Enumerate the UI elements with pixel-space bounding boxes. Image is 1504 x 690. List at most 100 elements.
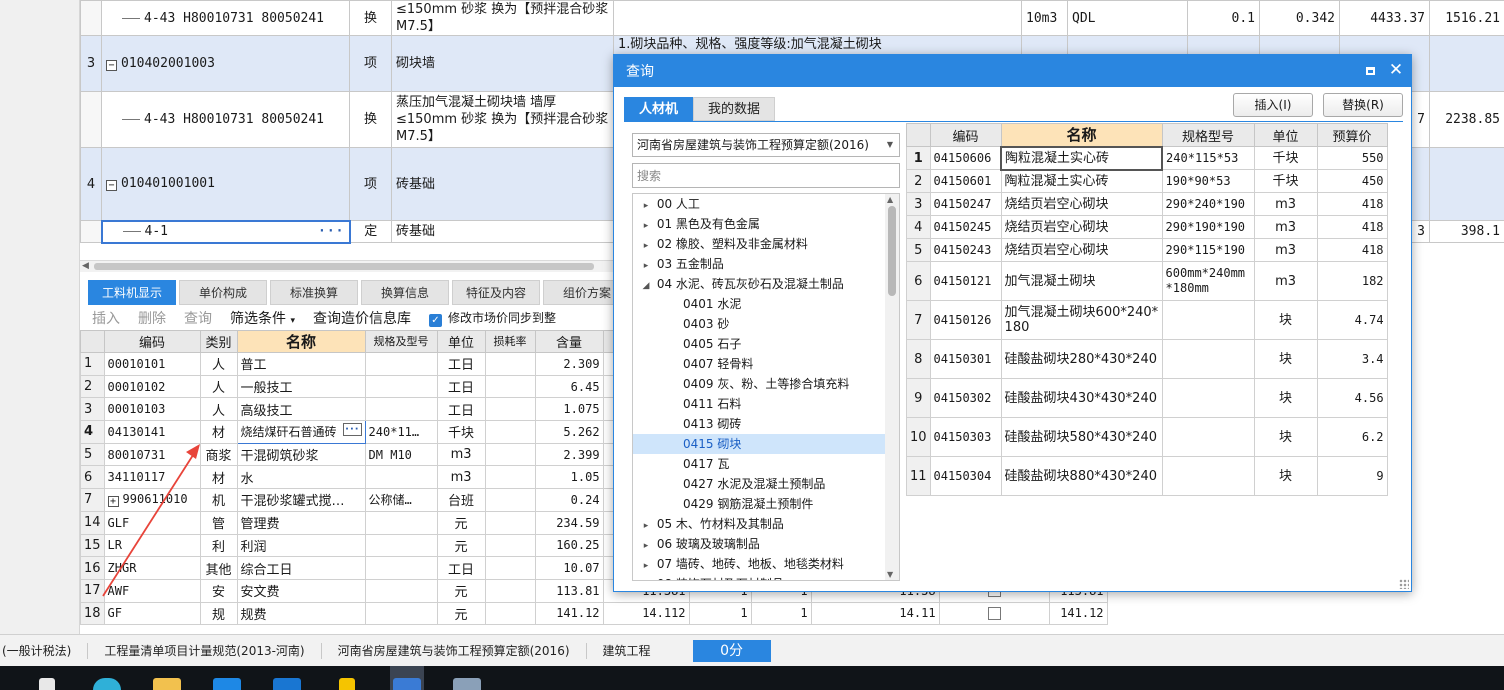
resource-name[interactable]: 高级技工 (236, 397, 366, 422)
expand-right-icon[interactable]: ▸ (639, 216, 653, 236)
result-code[interactable]: 04150301 (929, 339, 1002, 379)
tab-1[interactable]: 单价构成 (179, 280, 267, 305)
resource-name[interactable]: 烧结煤矸石普通砖 ··· (236, 420, 366, 444)
taskbar-folder-icon[interactable] (150, 666, 184, 690)
column-header[interactable]: 名称 (236, 330, 366, 353)
column-header[interactable]: 规格及型号 (364, 330, 438, 353)
resource-code[interactable]: 00010102 (103, 374, 201, 399)
close-icon[interactable]: ✕ (1387, 61, 1405, 79)
result-name[interactable]: 烧结页岩空心砌块 (1000, 215, 1163, 239)
expand-right-icon[interactable]: ▸ (639, 576, 653, 580)
resource-code[interactable]: +990611010 (103, 488, 201, 512)
result-name[interactable]: 陶粒混凝土实心砖 (1000, 145, 1164, 171)
resource-name[interactable]: 综合工日 (236, 556, 366, 580)
result-name[interactable]: 硅酸盐砌块430*430*240 (1000, 378, 1163, 418)
expand-right-icon[interactable]: ▸ (639, 516, 653, 536)
result-name[interactable]: 硅酸盐砌块280*430*240 (1000, 339, 1163, 379)
resource-name[interactable]: 规费 (236, 601, 366, 626)
sync-market-price-checkbox[interactable]: ✓ 修改市场价同步到整 (428, 309, 556, 327)
resource-code[interactable]: 80010731 (103, 442, 201, 467)
score-badge[interactable]: 0分 (692, 639, 771, 662)
maximize-icon[interactable] (1361, 61, 1379, 79)
resource-code[interactable]: ZHGR (103, 556, 201, 580)
result-code[interactable]: 04150247 (929, 192, 1002, 216)
tree-node[interactable]: ▸ 00 人工 (633, 194, 899, 214)
expand-right-icon[interactable]: ▸ (639, 536, 653, 556)
tree-node[interactable]: 0407 轻骨料 (633, 354, 899, 374)
resource-checkbox-cell[interactable] (938, 601, 1050, 626)
expand-down-icon[interactable]: ◢ (639, 276, 653, 296)
bill-name[interactable]: ≤150mm 砂浆 换为【预拌混合砂浆 M7.5】 (391, 0, 614, 36)
bill-code-cell[interactable]: 4-43 H80010731 80050241 (101, 0, 350, 36)
resource-code[interactable]: 00010101 (103, 352, 201, 376)
resource-name[interactable]: 水 (236, 465, 366, 490)
result-row[interactable]: 7 04150126 加气混凝土砌块600*240*180 块 4.74 (906, 300, 1388, 340)
tab-2[interactable]: 标准换算 (270, 280, 358, 305)
result-name[interactable]: 烧结页岩空心砌块 (1000, 192, 1163, 216)
result-code[interactable]: 04150601 (929, 169, 1002, 193)
expand-right-icon[interactable]: ▸ (639, 256, 653, 276)
result-row[interactable]: 10 04150303 硅酸盐砌块580*430*240 块 6.2 (906, 417, 1388, 457)
resource-name[interactable]: 管理费 (236, 510, 366, 535)
result-row[interactable]: 6 04150121 加气混凝土砌块 600mm*240mm*180mm m3 182 (906, 261, 1388, 301)
tree-node[interactable]: 0411 石料 (633, 394, 899, 414)
query-price-info-button[interactable]: 查询造价信息库 (313, 308, 411, 328)
delete-button[interactable]: 删除 (138, 308, 166, 328)
bill-name[interactable]: 砖基础 (391, 220, 614, 243)
result-code[interactable]: 04150304 (929, 456, 1002, 496)
bill-code-cell[interactable]: 4-43 H80010731 80050241 (101, 91, 350, 148)
result-code[interactable]: 04150126 (929, 300, 1002, 340)
taskbar-app-5[interactable] (270, 666, 304, 690)
tree-node[interactable]: ▸ 05 木、竹材料及其制品 (633, 514, 899, 534)
resource-code[interactable]: 00010103 (103, 397, 201, 422)
bill-code-cell[interactable]: 4-1 ··· (100, 219, 351, 244)
result-name[interactable]: 加气混凝土砌块 (1000, 261, 1163, 301)
result-row[interactable]: 8 04150301 硅酸盐砌块280*430*240 块 3.4 (906, 339, 1388, 379)
bill-name[interactable]: 蒸压加气混凝土砌块墙 墙厚≤150mm 砂浆 换为【预拌混合砂浆 M7.5】 (391, 91, 614, 148)
result-name[interactable]: 加气混凝土砌块600*240*180 (1000, 300, 1163, 340)
tree-scrollbar[interactable]: ▲ ▼ (885, 194, 899, 580)
taskbar-app-8[interactable] (450, 666, 484, 690)
result-row[interactable]: 11 04150304 硅酸盐砌块880*430*240 块 9 (906, 456, 1388, 496)
result-column-header[interactable]: 单位 (1253, 123, 1318, 147)
dots-icon[interactable]: ··· (343, 423, 362, 437)
taskbar-app-4[interactable] (210, 666, 244, 690)
tree-node[interactable]: 0405 石子 (633, 334, 899, 354)
taskbar-app-1[interactable] (30, 666, 64, 690)
tree-node[interactable]: 0409 灰、粉、土等掺合填充料 (633, 374, 899, 394)
dialog-title-bar[interactable]: 查询 ✕ (614, 55, 1411, 87)
resource-name[interactable]: 干混砌筑砂浆 (236, 442, 366, 467)
result-column-header[interactable]: 规格型号 (1161, 123, 1255, 147)
tree-node[interactable]: ▸ 06 玻璃及玻璃制品 (633, 534, 899, 554)
tree-node[interactable]: ▸ 02 橡胶、塑料及非金属材料 (633, 234, 899, 254)
result-code[interactable]: 04150606 (929, 146, 1002, 170)
tree-node[interactable]: 0403 砂 (633, 314, 899, 334)
result-row[interactable]: 5 04150243 烧结页岩空心砌块 290*115*190 m3 418 (906, 238, 1388, 262)
tree-node[interactable]: 0413 砌砖 (633, 414, 899, 434)
tree-node[interactable]: 0427 水泥及混凝土预制品 (633, 474, 899, 494)
quota-row[interactable]: 4-43 H80010731 80050241 换 ≤150mm 砂浆 换为【预拌混… (80, 0, 1504, 36)
column-header[interactable]: 损耗率 (484, 330, 536, 353)
column-header[interactable]: 含量 (534, 330, 604, 353)
scroll-up-icon[interactable]: ▲ (887, 195, 893, 204)
search-input[interactable] (632, 163, 900, 188)
tree-node[interactable]: ▸ 08 装饰石材及石材制品 (633, 574, 899, 580)
resource-code[interactable]: GF (103, 601, 201, 626)
tab-3[interactable]: 换算信息 (361, 280, 449, 305)
tree-node[interactable]: ▸ 03 五金制品 (633, 254, 899, 274)
result-code[interactable]: 04150302 (929, 378, 1002, 418)
column-header[interactable]: 单位 (436, 330, 486, 353)
expand-right-icon[interactable]: ▸ (639, 236, 653, 256)
scroll-thumb[interactable] (94, 263, 594, 270)
resource-row[interactable]: 18 GF 规规费元 141.12 14.112 1 1 14.11 141.12 (80, 601, 1108, 626)
result-code[interactable]: 04150243 (929, 238, 1002, 262)
plus-box-icon[interactable]: + (107, 496, 119, 508)
tree-node[interactable]: ▸ 01 黑色及有色金属 (633, 214, 899, 234)
result-row[interactable]: 4 04150245 烧结页岩空心砌块 290*190*190 m3 418 (906, 215, 1388, 239)
bill-code-cell[interactable]: −010401001001 (101, 147, 350, 221)
bill-name[interactable]: 砖基础 (391, 147, 614, 221)
result-row[interactable]: 3 04150247 烧结页岩空心砌块 290*240*190 m3 418 (906, 192, 1388, 216)
minus-box-icon[interactable]: − (106, 60, 117, 71)
result-name[interactable]: 硅酸盐砌块580*430*240 (1000, 417, 1163, 457)
resize-grip[interactable] (1399, 579, 1409, 589)
